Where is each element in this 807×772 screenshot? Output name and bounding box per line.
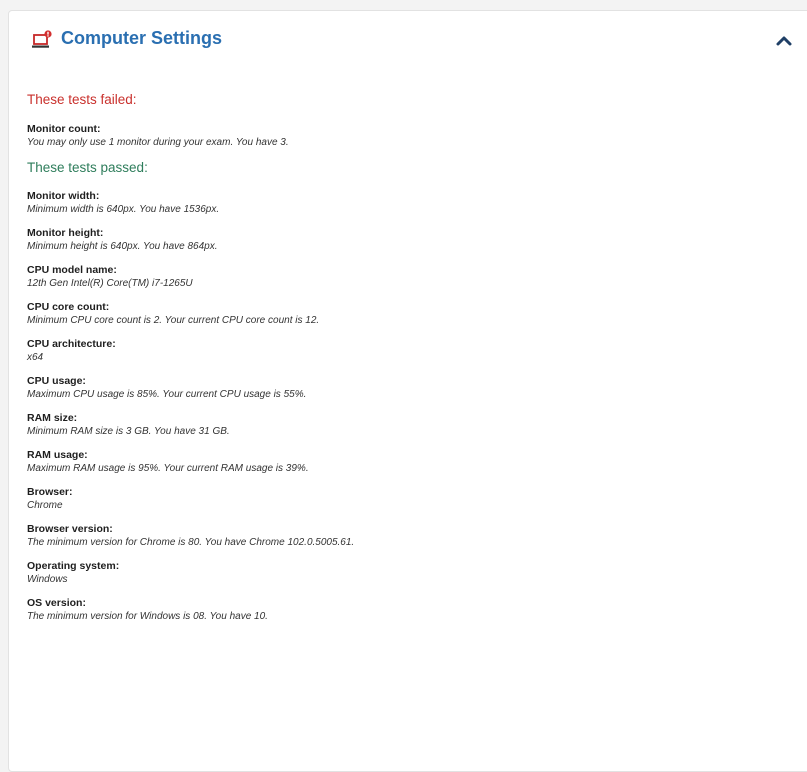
check-name: Operating system: bbox=[27, 560, 120, 572]
check-item: CPU core count: Minimum CPU core count i… bbox=[27, 301, 787, 327]
check-description: Minimum CPU core count is 2. Your curren… bbox=[27, 315, 320, 326]
panel-title: Computer Settings bbox=[61, 28, 223, 48]
check-item: RAM usage: Maximum RAM usage is 95%. You… bbox=[27, 449, 787, 475]
check-description: 12th Gen Intel(R) Core(TM) i7-1265U bbox=[27, 278, 193, 289]
check-name: Monitor count: bbox=[27, 123, 101, 135]
check-item: Monitor height: Minimum height is 640px.… bbox=[27, 227, 787, 253]
check-name: Monitor width: bbox=[27, 190, 100, 202]
check-description: Maximum CPU usage is 85%. Your current C… bbox=[27, 389, 307, 400]
check-name: Monitor height: bbox=[27, 227, 104, 239]
chevron-up-icon[interactable] bbox=[774, 33, 794, 49]
check-item: Operating system: Windows bbox=[27, 560, 787, 586]
check-description: Minimum width is 640px. You have 1536px. bbox=[27, 204, 220, 215]
check-item: CPU architecture: x64 bbox=[27, 338, 787, 364]
failed-tests-heading: These tests failed: bbox=[27, 92, 137, 107]
check-description: Windows bbox=[27, 574, 68, 585]
check-description: The minimum version for Chrome is 80. Yo… bbox=[27, 537, 355, 548]
check-name: CPU core count: bbox=[27, 301, 110, 313]
check-name: CPU usage: bbox=[27, 375, 86, 387]
check-item: CPU model name: 12th Gen Intel(R) Core(T… bbox=[27, 264, 787, 290]
check-name: Browser: bbox=[27, 486, 73, 498]
computer-warning-icon bbox=[32, 30, 52, 48]
check-name: CPU model name: bbox=[27, 264, 117, 276]
check-item: RAM size: Minimum RAM size is 3 GB. You … bbox=[27, 412, 787, 438]
check-item: Monitor count: You may only use 1 monito… bbox=[27, 123, 787, 149]
check-item: Monitor width: Minimum width is 640px. Y… bbox=[27, 190, 787, 216]
check-description: Minimum height is 640px. You have 864px. bbox=[27, 241, 218, 252]
check-name: RAM usage: bbox=[27, 449, 88, 461]
check-name: CPU architecture: bbox=[27, 338, 116, 350]
check-name: RAM size: bbox=[27, 412, 78, 424]
passed-tests-heading: These tests passed: bbox=[27, 160, 148, 175]
check-description: Chrome bbox=[27, 500, 63, 511]
check-description: x64 bbox=[27, 352, 44, 363]
check-description: You may only use 1 monitor during your e… bbox=[27, 137, 289, 148]
check-description: The minimum version for Windows is 08. Y… bbox=[27, 611, 268, 622]
check-description: Maximum RAM usage is 95%. Your current R… bbox=[27, 463, 309, 474]
check-name: OS version: bbox=[27, 597, 86, 609]
check-item: OS version: The minimum version for Wind… bbox=[27, 597, 787, 623]
check-name: Browser version: bbox=[27, 523, 113, 535]
test-results: These tests failed: Monitor count: You m… bbox=[27, 91, 787, 634]
check-description: Minimum RAM size is 3 GB. You have 31 GB… bbox=[27, 426, 230, 437]
check-item: CPU usage: Maximum CPU usage is 85%. You… bbox=[27, 375, 787, 401]
check-item: Browser: Chrome bbox=[27, 486, 787, 512]
panel-header[interactable]: Computer Settings bbox=[9, 11, 799, 67]
check-item: Browser version: The minimum version for… bbox=[27, 523, 787, 549]
computer-settings-panel: Computer Settings These tests failed: Mo… bbox=[8, 10, 807, 772]
